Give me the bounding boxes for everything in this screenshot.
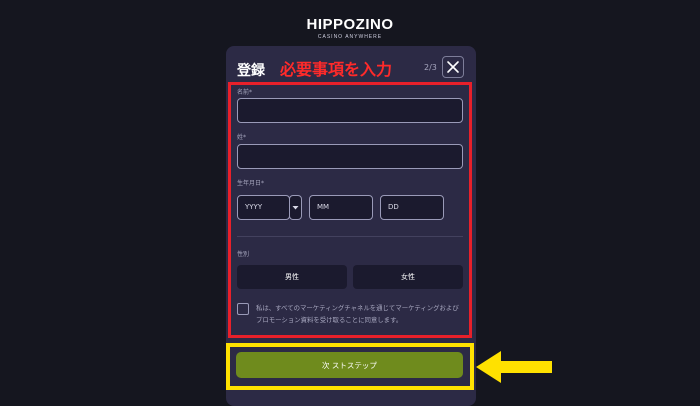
annotation-label: 必要事項を入力 <box>280 60 393 79</box>
next-step-button[interactable]: 次 ストステップ <box>236 352 463 378</box>
arrow-left-icon <box>476 351 552 383</box>
close-button[interactable] <box>442 56 464 78</box>
next-step-label: 次 ストステップ <box>322 360 377 370</box>
step-indicator: 2/3 <box>424 63 437 72</box>
modal-title: 登録 <box>237 63 265 79</box>
brand-name: HIPPOZINO <box>306 16 394 33</box>
form-highlight-frame <box>228 82 472 338</box>
brand-logo: HIPPOZINO CASINO ANYWHERE <box>0 16 700 40</box>
brand-tagline: CASINO ANYWHERE <box>317 34 383 40</box>
close-icon <box>447 61 459 73</box>
